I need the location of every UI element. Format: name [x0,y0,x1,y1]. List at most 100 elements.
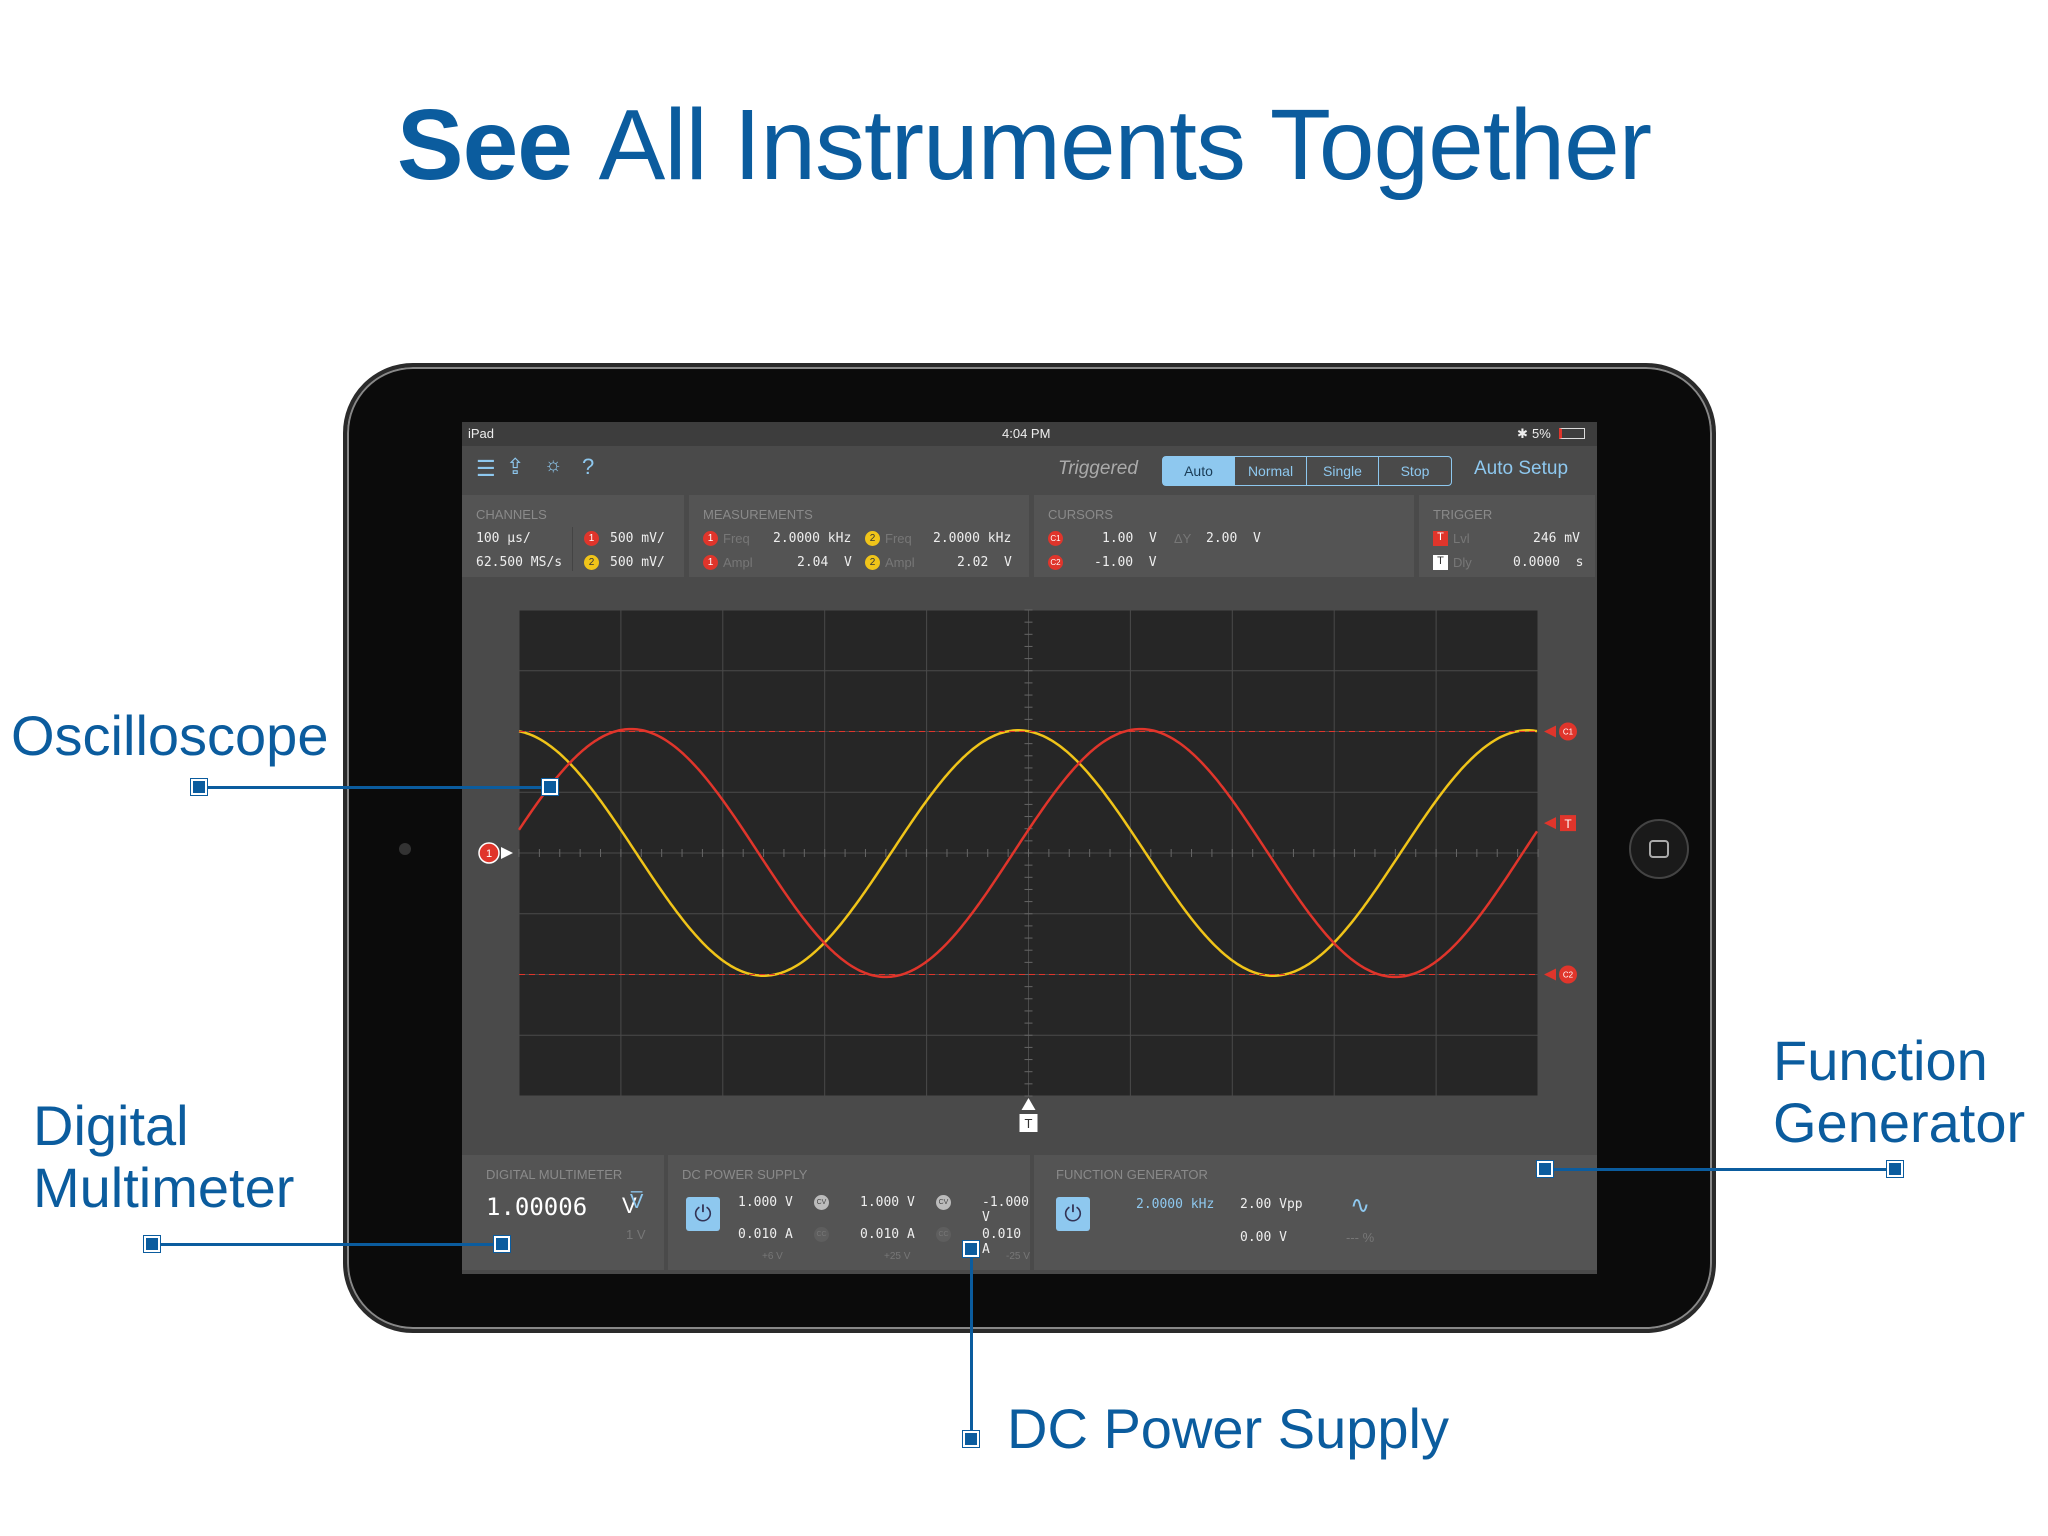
trigger-badge: T [1433,531,1448,546]
status-bar: iPad 4:04 PM ✱ 5% [462,422,1597,446]
callout-marker [1536,1160,1554,1178]
clock: 4:04 PM [1002,426,1051,441]
multimeter-callout: Digital Multimeter [33,1095,294,1219]
help-icon[interactable]: ? [582,454,594,480]
callout-text: Multimeter [33,1156,295,1219]
function-generator-callout: Function Generator [1773,1030,2025,1154]
ch1-offset-label: 1 [486,848,492,860]
trigger-delay: 0.0000 s [1513,555,1584,570]
trigger-position-arrow [1021,1098,1036,1110]
freq-label: Freq [885,531,912,546]
trigger-level: 246 mV [1533,531,1580,546]
ch1-offset-arrow [501,847,513,859]
callout-text: Generator [1773,1091,2026,1154]
channels-panel[interactable]: CHANNELS 100 µs/ 62.500 MS/s 1 500 mV/ 2… [462,495,684,577]
toolbar: ☰ ⇪ ☼ ? Triggered Auto Normal Single Sto… [462,446,1597,492]
callout-line [198,786,550,789]
device-name: iPad [468,426,495,441]
power-icon[interactable]: ⏻ [1056,1197,1090,1231]
oscilloscope-callout: Oscilloscope [11,704,329,767]
callout-line [1545,1168,1895,1171]
cv-indicator: CV [814,1195,829,1210]
callout-marker [541,778,559,796]
ch1-badge: 1 [703,555,718,570]
ch1-scale: 500 mV/ [610,531,665,546]
mode-auto[interactable]: Auto [1163,457,1235,485]
callout-marker [962,1430,980,1448]
battery-icon [1559,428,1585,439]
cursor-c1-label: C1 [1563,728,1574,737]
delay-label: Dly [1453,555,1472,570]
delta-y-label: ΔY [1174,531,1192,546]
ch2-scale: 500 mV/ [610,555,665,570]
callout-text: Digital [33,1094,189,1157]
mode-single[interactable]: Single [1307,457,1379,485]
level-label: Lvl [1453,531,1470,546]
cursor-c1-arrow [1544,725,1556,738]
sample-rate: 62.500 MS/s [476,555,563,570]
measurements-panel[interactable]: MEASUREMENTS 1 Freq 2.0000 kHz 1 Ampl 2.… [689,495,1029,577]
panel-title: CHANNELS [476,507,547,522]
ch1-freq: 2.0000 kHz [773,531,852,546]
c2-value: -1.00 V [1094,555,1157,570]
cursors-panel[interactable]: CURSORS C1 1.00 V ΔY 2.00 V C2 -1.00 V [1034,495,1414,577]
battery-level: 5% [1532,426,1551,441]
trigger-level-arrow [1544,817,1556,830]
fg-amplitude[interactable]: 2.00 Vpp [1240,1197,1303,1212]
scope-display[interactable]: C1 C2 T 1 T [462,572,1597,1162]
dc-voltage[interactable]: 1.000 V [738,1195,793,1210]
ch2-badge: 2 [584,555,599,570]
trigger-panel[interactable]: TRIGGER T Lvl 246 mV T Dly 0.0000 s [1419,495,1595,577]
c1-value: 1.00 V [1102,531,1157,546]
fg-offset[interactable]: 0.00 V [1240,1230,1287,1245]
c1-badge: C1 [1048,531,1063,546]
ch2-badge: 2 [865,531,880,546]
ampl-label: Ampl [885,555,915,570]
callout-marker [493,1235,511,1253]
dmm-reading: 1.00006 [486,1193,588,1221]
ch2-freq: 2.0000 kHz [933,531,1012,546]
brightness-icon[interactable]: ☼ [544,454,562,477]
ch2-ampl: 2.02 V [957,555,1012,570]
ch1-badge: 1 [584,531,599,546]
freq-label: Freq [723,531,750,546]
callout-line [970,1249,973,1439]
dc-current[interactable]: 0.010 A [738,1227,793,1242]
dmm-range[interactable]: 1 V [626,1227,646,1242]
trigger-level-label: T [1564,817,1572,831]
mode-normal[interactable]: Normal [1235,457,1307,485]
trigger-position-label: T [1025,1116,1033,1131]
callout-text: Function [1773,1029,1988,1092]
sine-wave-icon[interactable]: ∿ [1350,1191,1370,1220]
dc-rail: +25 V [884,1251,911,1262]
power-icon[interactable]: ⏻ [686,1197,720,1231]
ampl-label: Ampl [723,555,753,570]
panel-title: FUNCTION GENERATOR [1056,1167,1208,1182]
dc-voltage[interactable]: 1.000 V [860,1195,915,1210]
multimeter-panel[interactable]: DIGITAL MULTIMETER 1.00006 V V̅ 1 V [462,1155,664,1270]
function-generator-panel[interactable]: FUNCTION GENERATOR ⏻ 2.0000 kHz 2.00 Vpp… [1034,1155,1597,1270]
dc-power-supply-callout: DC Power Supply [1007,1397,1449,1460]
auto-setup-button[interactable]: Auto Setup [1474,458,1568,480]
menu-icon[interactable]: ☰ [476,456,496,482]
callout-line [152,1243,502,1246]
callout-marker [190,778,208,796]
callout-marker [143,1235,161,1253]
headline-rest: All Instruments Together [598,89,1652,201]
share-icon[interactable]: ⇪ [506,454,524,480]
camera [399,843,411,855]
dc-voltage[interactable]: -1.000 V [982,1195,1030,1225]
fg-duty: --- % [1346,1230,1375,1245]
dc-current[interactable]: 0.010 A [860,1227,915,1242]
panel-title: TRIGGER [1433,507,1493,522]
panel-title: MEASUREMENTS [703,507,813,522]
fg-frequency[interactable]: 2.0000 kHz [1136,1197,1214,1212]
mode-stop[interactable]: Stop [1379,457,1451,485]
home-button[interactable] [1629,819,1689,879]
panel-title: DIGITAL MULTIMETER [486,1167,623,1182]
cursor-c2-label: C2 [1563,971,1574,980]
cv-indicator: CV [936,1195,951,1210]
callout-marker [1886,1160,1904,1178]
dc-voltage-mode-icon[interactable]: V̅ [630,1191,643,1214]
dc-rail: +6 V [762,1251,783,1262]
